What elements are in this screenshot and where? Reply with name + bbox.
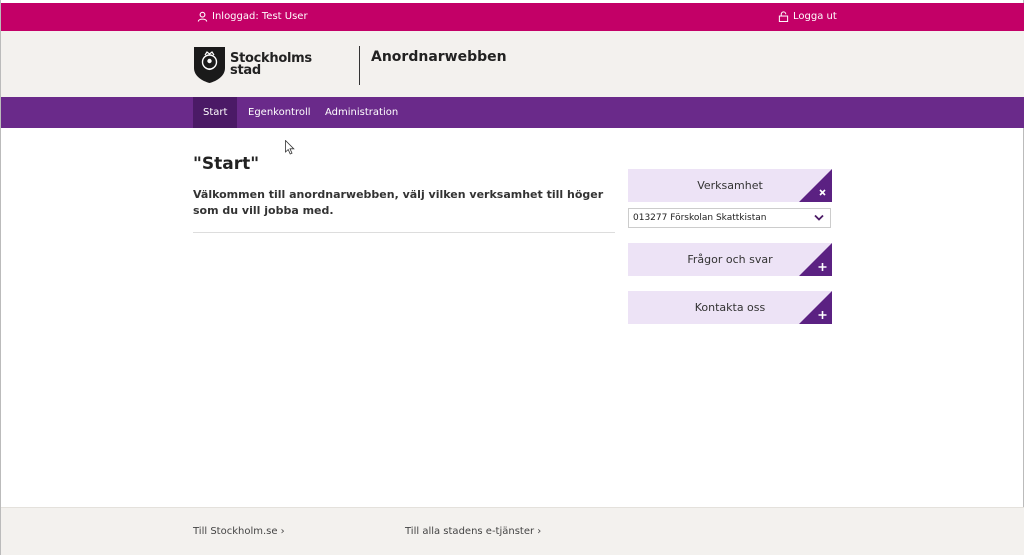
mouse-cursor-icon — [285, 140, 295, 155]
header-divider — [359, 46, 360, 85]
chevron-down-icon — [814, 214, 824, 221]
top-bar: Inloggad: Test User Logga ut — [1, 3, 1024, 31]
logout-label: Logga ut — [793, 11, 837, 22]
plus-icon — [799, 291, 832, 324]
plus-icon — [799, 243, 832, 276]
user-label: Inloggad: Test User — [212, 11, 308, 22]
content-divider — [193, 232, 615, 233]
user-icon — [197, 11, 208, 22]
verksamhet-toggle[interactable]: Verksamhet — [628, 169, 832, 202]
tab-egenkontroll[interactable]: Egenkontroll — [238, 97, 321, 128]
main-nav: Start Egenkontroll Administration — [1, 97, 1024, 128]
faq-toggle[interactable]: Frågor och svar — [628, 243, 832, 276]
lock-icon — [778, 11, 789, 22]
tab-start[interactable]: Start — [193, 97, 238, 128]
contact-toggle[interactable]: Kontakta oss — [628, 291, 832, 324]
site-header: Stockholms stad Anordnarwebben — [1, 31, 1024, 97]
selected-verksamhet: 013277 Förskolan Skattkistan — [633, 213, 767, 223]
tab-administration[interactable]: Administration — [315, 97, 408, 128]
city-shield-icon — [194, 47, 225, 83]
stockholm-logo[interactable]: Stockholms stad — [193, 46, 312, 84]
stockholm-link[interactable]: Till Stockholm.se › — [193, 526, 285, 537]
contact-label: Kontakta oss — [694, 301, 766, 314]
page-title: "Start" — [193, 154, 260, 174]
logged-in-user: Inloggad: Test User — [197, 11, 308, 22]
logout-link[interactable]: Logga ut — [778, 11, 837, 22]
logo-line2: stad — [230, 63, 261, 78]
verksamhet-select[interactable]: 013277 Förskolan Skattkistan — [628, 208, 831, 228]
logo-text: Stockholms stad — [230, 52, 312, 78]
intro-text: Välkommen till anordnarwebben, välj vilk… — [193, 188, 604, 217]
app-name: Anordnarwebben — [371, 49, 507, 65]
site-footer: Till Stockholm.se › Till alla stadens e-… — [1, 507, 1024, 555]
faq-label: Frågor och svar — [687, 253, 773, 266]
close-icon — [799, 169, 832, 202]
verksamhet-label: Verksamhet — [697, 179, 763, 192]
e-services-link[interactable]: Till alla stadens e-tjänster › — [405, 526, 541, 537]
